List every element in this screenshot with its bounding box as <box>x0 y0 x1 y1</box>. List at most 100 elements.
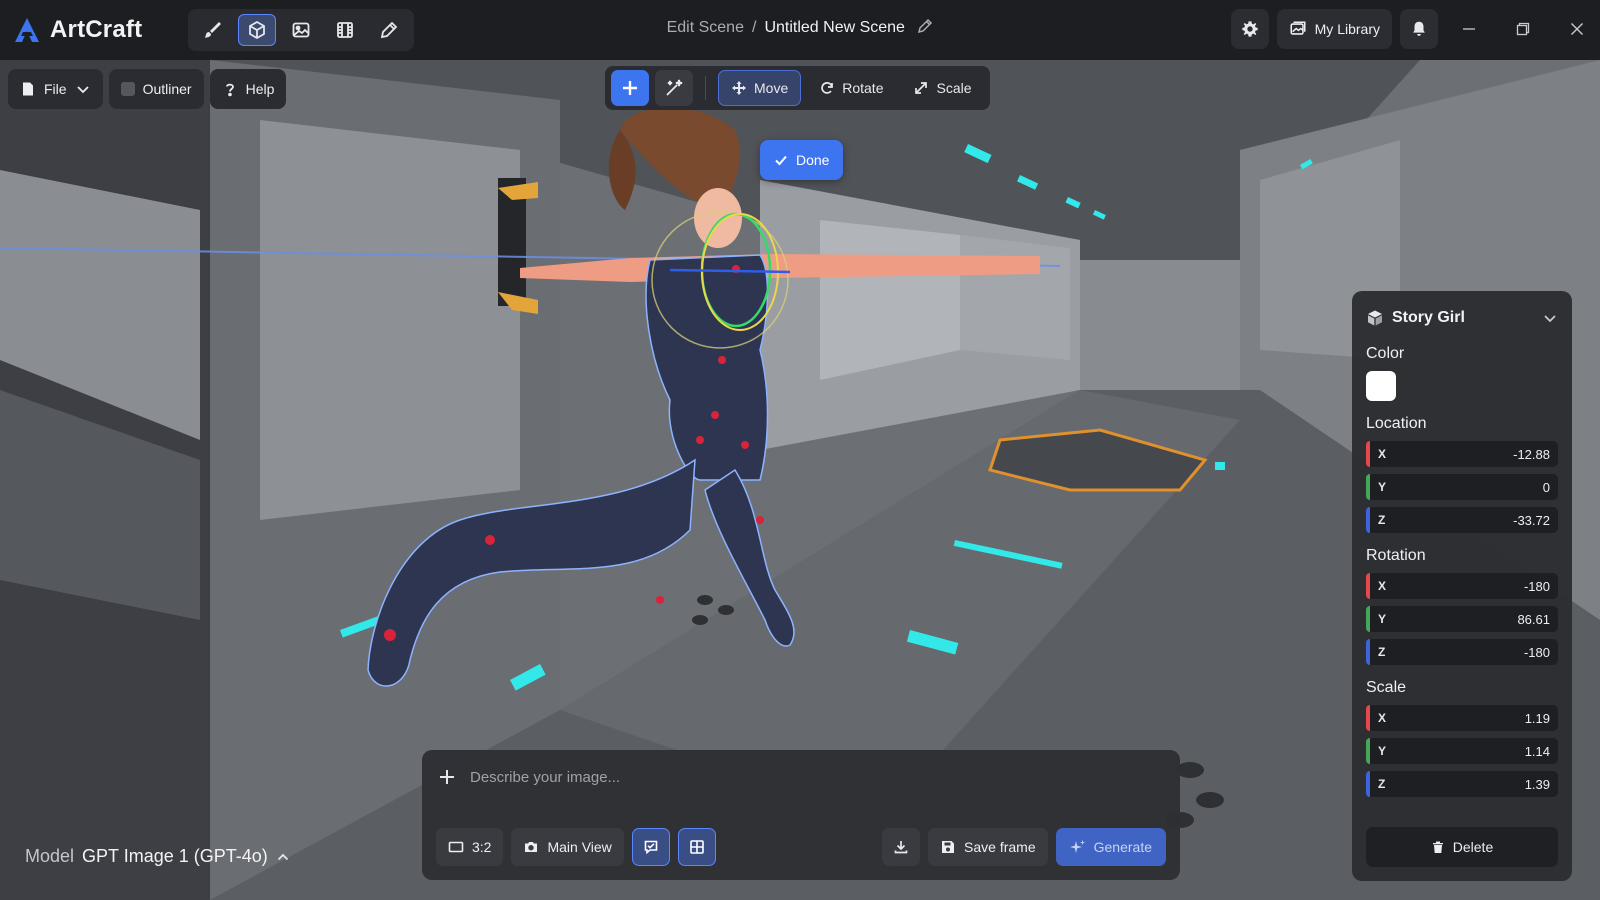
file-bar: File Outliner Help <box>8 69 287 109</box>
breadcrumb-separator: / <box>751 19 757 36</box>
magic-wand-icon <box>666 79 683 96</box>
app-name: ArtCraft <box>50 16 143 43</box>
minimize-button[interactable] <box>1446 9 1492 49</box>
add-object-button[interactable] <box>611 70 649 106</box>
axis-label: Y <box>1378 744 1387 758</box>
notifications-button[interactable] <box>1400 9 1438 49</box>
location-z-field[interactable]: Z -33.72 <box>1366 507 1558 533</box>
breadcrumb-parent[interactable]: Edit Scene <box>667 19 744 36</box>
rotation-y-field[interactable]: Y 86.61 <box>1366 606 1558 632</box>
my-library-button[interactable]: My Library <box>1276 9 1392 49</box>
scale-z-field[interactable]: Z 1.39 <box>1366 771 1558 797</box>
prompt-assist-toggle[interactable] <box>631 828 670 866</box>
file-menu-button[interactable]: File <box>8 69 103 109</box>
axis-label: X <box>1378 447 1387 461</box>
scale-x-field[interactable]: X 1.19 <box>1366 705 1558 731</box>
rotate-icon <box>821 82 834 94</box>
outliner-checkbox[interactable] <box>120 82 135 96</box>
image-icon <box>292 22 310 38</box>
mode-video-button[interactable] <box>326 14 364 46</box>
rotation-x-value: -180 <box>1523 578 1550 594</box>
rotation-z-field[interactable]: Z -180 <box>1366 639 1558 665</box>
restore-button[interactable] <box>1500 9 1546 49</box>
rotate-label: Rotate <box>842 80 884 96</box>
rotate-tool-button[interactable]: Rotate <box>807 70 895 106</box>
file-menu-label: File <box>44 81 67 97</box>
done-button[interactable]: Done <box>760 140 844 180</box>
axis-label: X <box>1378 579 1387 593</box>
chat-check-icon <box>644 840 658 855</box>
settings-button[interactable] <box>1230 9 1269 49</box>
film-icon <box>337 22 353 38</box>
model-selector[interactable]: Model GPT Image 1 (GPT-4o) <box>25 846 290 867</box>
cube-icon <box>249 20 265 40</box>
magic-tool-button[interactable] <box>655 70 693 106</box>
axis-label: X <box>1378 711 1387 725</box>
prompt-input[interactable] <box>470 768 1070 786</box>
axis-label: Y <box>1378 480 1387 494</box>
help-label: Help <box>245 81 275 97</box>
axis-label: Z <box>1378 513 1386 527</box>
outliner-toggle[interactable]: Outliner <box>108 69 204 109</box>
move-label: Move <box>754 80 789 96</box>
scale-arrows-icon <box>915 82 928 94</box>
pencil-edit-icon[interactable] <box>917 18 933 34</box>
bell-icon <box>1413 21 1425 36</box>
plus-icon[interactable] <box>438 768 456 786</box>
mode-pen-button[interactable] <box>370 14 408 46</box>
object-cube-icon <box>1368 310 1382 326</box>
download-icon <box>894 841 908 854</box>
close-button[interactable] <box>1554 9 1600 49</box>
rotation-y-value: 86.61 <box>1517 611 1550 627</box>
scale-y-field[interactable]: Y 1.14 <box>1366 738 1558 764</box>
trash-icon <box>1432 841 1443 853</box>
header-actions: My Library <box>1230 9 1600 49</box>
scale-label: Scale <box>936 80 972 96</box>
properties-panel: Story Girl Color Location X -12.88 Y0 Z -3… <box>1352 291 1572 881</box>
axis-label: Z <box>1378 777 1386 791</box>
color-swatch[interactable] <box>1366 371 1396 401</box>
pen-icon <box>380 21 398 39</box>
app-logo[interactable]: ArtCraft <box>12 15 172 45</box>
move-tool-button[interactable]: Move <box>718 70 802 106</box>
library-icon <box>1290 21 1306 35</box>
camera-view-button[interactable]: Main View <box>511 828 624 866</box>
scale-z-value: 1.39 <box>1524 776 1550 792</box>
plus-icon <box>623 81 637 95</box>
artcraft-logo-icon <box>15 18 39 42</box>
chevron-down-icon[interactable] <box>1542 310 1558 326</box>
my-library-label: My Library <box>1314 21 1380 37</box>
aspect-ratio-label: 3:2 <box>472 839 492 855</box>
prompt-row <box>438 768 1070 786</box>
move-arrows-icon <box>732 81 746 95</box>
chevron-down-icon <box>76 86 89 94</box>
rotation-x-field[interactable]: X -180 <box>1366 573 1558 599</box>
location-y-field[interactable]: Y0 <box>1366 474 1558 500</box>
save-frame-button[interactable]: Save frame <box>928 828 1048 866</box>
location-x-field[interactable]: X -12.88 <box>1366 441 1558 467</box>
location-x-value: -12.88 <box>1513 446 1550 462</box>
mode-image-button[interactable] <box>282 14 320 46</box>
location-section-label: Location <box>1366 415 1427 432</box>
camera-view-label: Main View <box>547 839 612 855</box>
scale-x-value: 1.19 <box>1524 710 1550 726</box>
restore-icon <box>1516 22 1530 36</box>
rotation-section-label: Rotation <box>1366 547 1426 564</box>
location-z-value: -33.72 <box>1513 512 1550 528</box>
aspect-ratio-button[interactable]: 3:2 <box>436 828 504 866</box>
document-icon <box>23 82 33 96</box>
rotation-z-value: -180 <box>1523 644 1550 660</box>
delete-object-button[interactable]: Delete <box>1366 827 1558 867</box>
brush-icon <box>205 22 221 38</box>
mode-3d-button[interactable] <box>238 14 276 46</box>
done-label: Done <box>796 152 830 168</box>
grid-icon <box>689 840 704 854</box>
help-button[interactable]: Help <box>209 69 287 109</box>
mode-brush-button[interactable] <box>194 14 232 46</box>
scale-tool-button[interactable]: Scale <box>901 70 983 106</box>
download-button[interactable] <box>882 828 921 866</box>
sparkle-icon <box>1069 840 1085 853</box>
generate-button[interactable]: Generate <box>1055 828 1166 866</box>
properties-header[interactable]: Story Girl <box>1366 305 1558 331</box>
grid-toggle[interactable] <box>677 828 716 866</box>
